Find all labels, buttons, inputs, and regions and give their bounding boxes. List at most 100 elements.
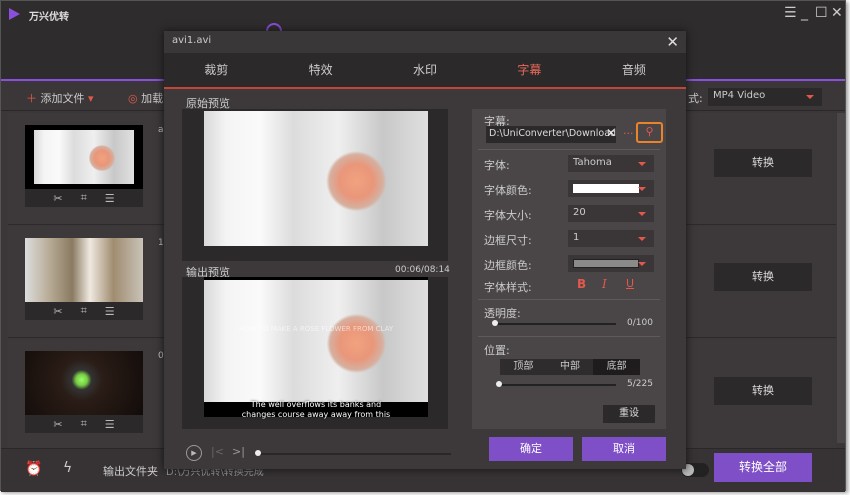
video-thumbnail[interactable] xyxy=(25,238,143,302)
crop-icon[interactable]: ⌗ xyxy=(81,304,87,318)
position-middle[interactable]: 中部 xyxy=(547,359,594,375)
opacity-slider[interactable] xyxy=(494,323,616,325)
file-meta: 0 xyxy=(158,351,164,361)
font-select[interactable]: Tahoma xyxy=(568,155,654,172)
dropdown-icon: ▾ xyxy=(88,92,94,105)
plus-icon: ＋ xyxy=(26,92,37,105)
position-top[interactable]: 顶部 xyxy=(500,359,547,375)
close-icon[interactable]: ✕ xyxy=(666,33,679,51)
subtitle-line: changes course away away from this xyxy=(241,410,391,419)
dialog-tabs: 裁剪 特效 水印 字幕 音频 xyxy=(164,53,686,89)
tab-subtitle[interactable]: 字幕 xyxy=(477,53,581,87)
border-color-label: 边框颜色: xyxy=(484,259,532,272)
font-color-select[interactable] xyxy=(568,180,654,197)
app-window: 万兴优转 ☰ _ ☐ ✕ ＋ 添加文件 ▾ ◎ 加载 式: MP4 Video … xyxy=(0,0,846,492)
italic-button[interactable]: I xyxy=(602,277,607,291)
format-label: 式: xyxy=(688,92,703,105)
position-bottom[interactable]: 底部 xyxy=(593,359,641,375)
subtitle-path: D:\UniConverter\Downloade xyxy=(489,128,616,139)
scissors-icon[interactable]: ✂ xyxy=(53,192,62,205)
underline-button[interactable]: U xyxy=(626,277,634,290)
video-frame xyxy=(204,111,428,246)
font-size-value: 20 xyxy=(573,207,586,218)
output-folder-label: 输出文件夹 xyxy=(103,465,158,478)
disc-icon: ◎ xyxy=(128,92,138,105)
edit-tools: ✂ ⌗ ☰ xyxy=(25,189,143,207)
position-segmented: 顶部 中部 底部 xyxy=(500,359,641,375)
crop-icon[interactable]: ⌗ xyxy=(81,191,87,205)
tab-effects[interactable]: 特效 xyxy=(268,53,372,87)
next-icon[interactable]: >| xyxy=(232,445,245,458)
tab-crop[interactable]: 裁剪 xyxy=(164,53,268,87)
lightning-icon[interactable]: ϟ xyxy=(63,460,72,476)
edit-tools: ✂ ⌗ ☰ xyxy=(25,415,143,433)
font-style-label: 字体样式: xyxy=(484,281,532,294)
settings-icon[interactable]: ☰ xyxy=(105,305,115,318)
subtitle-line: The well overflows its banks and xyxy=(250,400,382,409)
previous-icon[interactable]: |< xyxy=(211,445,224,458)
load-button[interactable]: ◎ 加载 xyxy=(128,90,163,106)
position-label: 位置: xyxy=(484,344,510,357)
subtitle-overlay: The well overflows its banks and changes … xyxy=(204,400,428,420)
video-thumbnail[interactable] xyxy=(25,351,143,415)
convert-button[interactable]: 转换 xyxy=(714,149,812,177)
bold-button[interactable]: B xyxy=(577,277,586,291)
font-color-label: 字体颜色: xyxy=(484,184,532,197)
watermark-text: HOW TO MAKE A ROSE FLOWER FROM CLAY xyxy=(238,325,394,333)
close-icon[interactable]: ✕ xyxy=(831,5,843,21)
video-thumbnail[interactable] xyxy=(25,125,143,189)
opacity-knob[interactable] xyxy=(492,320,498,326)
settings-icon[interactable]: ☰ xyxy=(105,418,115,431)
add-file-button[interactable]: ＋ 添加文件 ▾ xyxy=(26,90,94,106)
subtitle-file-input[interactable]: D:\UniConverter\Downloade xyxy=(486,126,616,143)
position-slider[interactable] xyxy=(497,384,616,386)
convert-all-button[interactable]: 转换全部 xyxy=(714,453,812,482)
ok-button[interactable]: 确定 xyxy=(489,437,573,461)
app-logo-icon xyxy=(9,8,20,20)
crop-icon[interactable]: ⌗ xyxy=(81,417,87,431)
playback-slider[interactable] xyxy=(256,453,451,455)
position-value: 5/225 xyxy=(627,379,653,389)
file-meta: 1 xyxy=(158,238,164,248)
play-icon[interactable]: ▶ xyxy=(186,445,202,461)
subtitle-settings-panel: 字幕: D:\UniConverter\Downloade ✕ ··· ⚲ 字体… xyxy=(472,109,666,429)
output-format-select[interactable]: MP4 Video xyxy=(708,88,822,106)
border-color-select[interactable] xyxy=(568,255,654,272)
format-value: MP4 Video xyxy=(713,90,766,101)
font-size-select[interactable]: 20 xyxy=(568,205,654,222)
clear-icon[interactable]: ✕ xyxy=(606,126,616,140)
file-meta: a xyxy=(158,125,164,135)
font-color-swatch xyxy=(573,184,639,193)
dialog-title: avi1.avi xyxy=(164,31,686,53)
convert-button[interactable]: 转换 xyxy=(714,377,812,405)
minimize-icon[interactable]: _ xyxy=(801,5,808,21)
tab-watermark[interactable]: 水印 xyxy=(373,53,477,87)
menu-icon[interactable]: ☰ xyxy=(784,5,797,21)
convert-button[interactable]: 转换 xyxy=(714,263,812,291)
reset-button[interactable]: 重设 xyxy=(603,405,655,423)
maximize-icon[interactable]: ☐ xyxy=(815,5,828,21)
more-button[interactable]: ··· xyxy=(623,127,634,140)
border-size-value: 1 xyxy=(573,232,580,243)
opacity-value: 0/100 xyxy=(627,318,653,328)
scissors-icon[interactable]: ✂ xyxy=(53,418,62,431)
playback-knob[interactable] xyxy=(255,450,261,456)
load-label: 加载 xyxy=(141,92,164,105)
search-icon[interactable]: ⚲ xyxy=(636,122,663,143)
tab-audio[interactable]: 音频 xyxy=(582,53,686,87)
position-knob[interactable] xyxy=(496,381,502,387)
border-color-swatch xyxy=(573,259,639,268)
scissors-icon[interactable]: ✂ xyxy=(53,305,62,318)
video-frame xyxy=(204,280,428,402)
alarm-icon[interactable]: ⏰ xyxy=(25,461,42,477)
font-label: 字体: xyxy=(484,159,510,172)
cancel-button[interactable]: 取消 xyxy=(582,437,666,461)
opacity-label: 透明度: xyxy=(484,307,521,320)
font-size-label: 字体大小: xyxy=(484,209,532,222)
border-size-select[interactable]: 1 xyxy=(568,230,654,247)
scrollbar[interactable] xyxy=(837,113,845,443)
dropdown-icon xyxy=(806,95,814,99)
output-preview: HOW TO MAKE A ROSE FLOWER FROM CLAY The … xyxy=(182,277,448,429)
settings-icon[interactable]: ☰ xyxy=(105,192,115,205)
original-preview xyxy=(182,109,448,261)
